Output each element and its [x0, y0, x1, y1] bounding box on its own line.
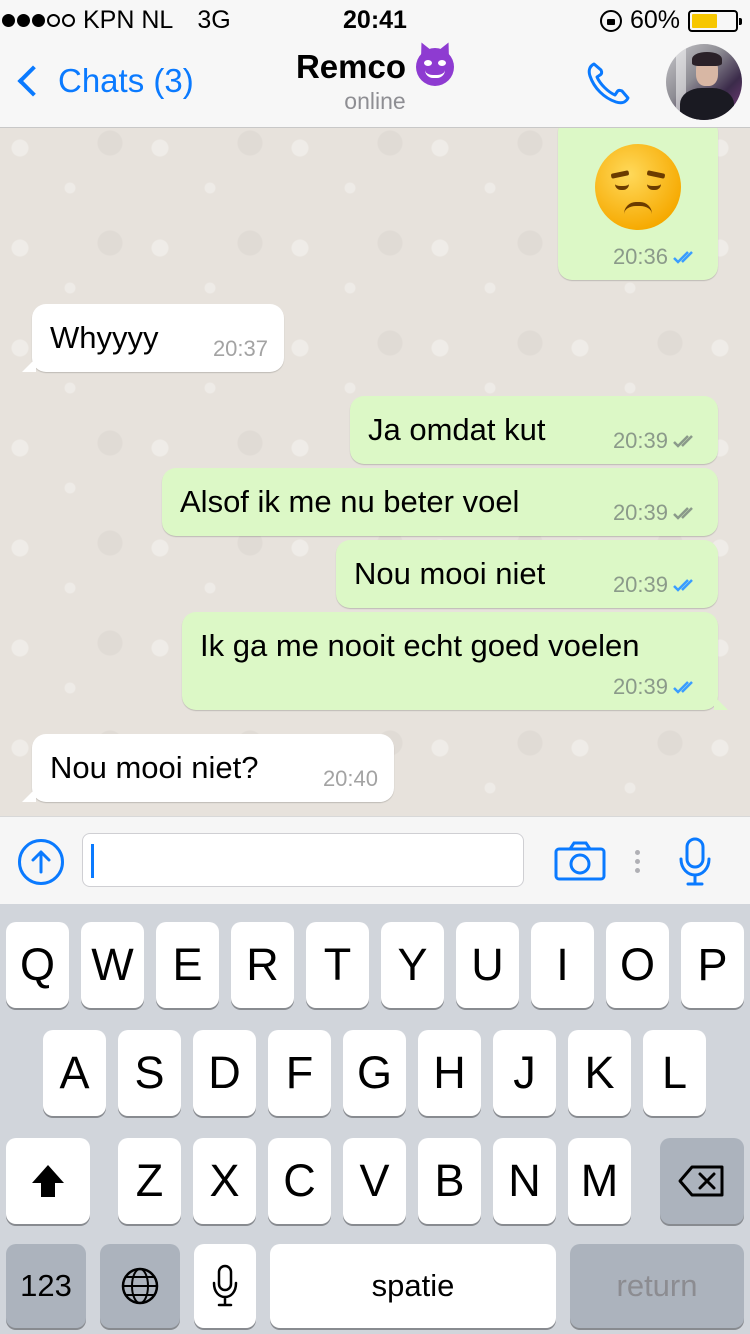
key-c[interactable]: C	[268, 1138, 331, 1224]
voice-call-button[interactable]	[584, 58, 634, 108]
globe-icon	[121, 1267, 159, 1305]
message-text: Ik ga me nooit echt goed voelen	[200, 628, 640, 663]
status-bar: KPN NL 3G 20:41 60%	[0, 0, 750, 40]
message-text: Nou mooi niet	[354, 556, 546, 591]
message-time: 20:37	[212, 336, 268, 361]
message-meta: 20:39	[613, 674, 702, 700]
key-g[interactable]: G	[343, 1030, 406, 1116]
key-o[interactable]: O	[606, 922, 669, 1008]
contact-avatar[interactable]	[666, 44, 742, 120]
arrow-up-icon	[31, 850, 51, 874]
contact-status: online	[344, 88, 406, 114]
message-meta: 20:40	[323, 766, 378, 792]
battery-icon	[688, 9, 742, 32]
numbers-key[interactable]: 123	[6, 1244, 86, 1328]
key-p[interactable]: P	[681, 922, 744, 1008]
camera-icon	[554, 841, 606, 881]
contact-name-row: Remco	[295, 48, 455, 86]
key-l[interactable]: L	[643, 1030, 706, 1116]
key-q[interactable]: Q	[6, 922, 69, 1008]
battery-percentage: 60%	[629, 6, 680, 34]
message-meta: 20:37	[213, 336, 268, 362]
read-receipt-icon	[672, 249, 702, 265]
key-r[interactable]: R	[231, 922, 294, 1008]
sad-face-emoji-icon	[595, 144, 681, 230]
separator-dots	[632, 847, 642, 877]
orientation-lock-icon	[599, 9, 622, 32]
chat-messages-area[interactable]: 20:36 Whyyyy 20:37 Ja omdat kut 20:39 Al…	[0, 128, 750, 816]
backspace-icon	[678, 1165, 724, 1197]
space-key[interactable]: spatie	[270, 1244, 556, 1328]
keyboard: Q W E R T Y U I O P A S D F G H J K L Z …	[0, 904, 750, 1334]
battery-level	[692, 13, 718, 28]
shift-key[interactable]	[6, 1138, 90, 1224]
message-text: Whyyyy	[50, 320, 159, 355]
voice-message-button[interactable]	[678, 837, 712, 887]
dictation-key[interactable]	[194, 1244, 256, 1328]
message-text: Nou mooi niet?	[50, 750, 259, 785]
key-x[interactable]: X	[193, 1138, 256, 1224]
key-b[interactable]: B	[418, 1138, 481, 1224]
message-input[interactable]	[82, 833, 524, 887]
text-cursor	[91, 844, 94, 878]
message-bubble-incoming[interactable]: Whyyyy 20:37	[22, 304, 284, 372]
key-y[interactable]: Y	[381, 922, 444, 1008]
contact-name: Remco	[295, 48, 407, 85]
chat-header: Chats (3) Remco online	[0, 40, 750, 128]
key-e[interactable]: E	[156, 922, 219, 1008]
key-t[interactable]: T	[306, 922, 369, 1008]
key-j[interactable]: J	[493, 1030, 556, 1116]
key-n[interactable]: N	[493, 1138, 556, 1224]
message-time: 20:36	[612, 244, 668, 269]
key-f[interactable]: F	[268, 1030, 331, 1116]
key-z[interactable]: Z	[118, 1138, 181, 1224]
key-a[interactable]: A	[43, 1030, 106, 1116]
message-time: 20:39	[612, 428, 668, 453]
camera-button[interactable]	[554, 841, 606, 881]
message-meta: 20:39	[613, 428, 702, 454]
message-time: 20:39	[612, 572, 668, 597]
message-bubble-outgoing[interactable]: Alsof ik me nu beter voel 20:39	[162, 468, 718, 536]
delivered-receipt-icon	[672, 433, 702, 449]
return-key[interactable]: return	[570, 1244, 744, 1328]
message-bubble-outgoing[interactable]: Ja omdat kut 20:39	[350, 396, 718, 464]
key-m[interactable]: M	[568, 1138, 631, 1224]
message-text: Alsof ik me nu beter voel	[180, 484, 520, 519]
read-receipt-icon	[672, 679, 702, 695]
message-meta: 20:36	[613, 244, 702, 270]
message-bubble-incoming[interactable]: Nou mooi niet? 20:40	[22, 734, 394, 802]
message-text: Ja omdat kut	[368, 412, 546, 447]
key-i[interactable]: I	[531, 922, 594, 1008]
shift-arrow-icon	[32, 1165, 64, 1197]
key-w[interactable]: W	[81, 922, 144, 1008]
message-bubble-outgoing[interactable]: 20:36	[558, 128, 718, 280]
message-time: 20:40	[322, 766, 378, 791]
smiling-devil-emoji-icon	[416, 48, 455, 86]
message-time: 20:39	[612, 500, 668, 525]
read-receipt-icon	[672, 577, 702, 593]
message-meta: 20:39	[613, 500, 702, 526]
key-s[interactable]: S	[118, 1030, 181, 1116]
attach-button[interactable]	[18, 839, 64, 885]
key-v[interactable]: V	[343, 1138, 406, 1224]
microphone-icon	[212, 1264, 238, 1307]
key-u[interactable]: U	[456, 922, 519, 1008]
key-d[interactable]: D	[193, 1030, 256, 1116]
globe-key[interactable]	[100, 1244, 180, 1328]
message-time: 20:39	[612, 674, 668, 699]
delivered-receipt-icon	[672, 505, 702, 521]
key-k[interactable]: K	[568, 1030, 631, 1116]
contact-title[interactable]: Remco online	[0, 48, 750, 115]
message-input-bar	[0, 816, 750, 904]
microphone-icon	[679, 837, 711, 886]
status-right: 60%	[599, 6, 742, 35]
message-meta: 20:39	[613, 572, 702, 598]
phone-icon	[587, 62, 630, 105]
backspace-key[interactable]	[660, 1138, 744, 1224]
message-bubble-outgoing[interactable]: Nou mooi niet 20:39	[336, 540, 718, 608]
key-h[interactable]: H	[418, 1030, 481, 1116]
message-bubble-outgoing[interactable]: Ik ga me nooit echt goed voelen 20:39	[182, 612, 728, 710]
